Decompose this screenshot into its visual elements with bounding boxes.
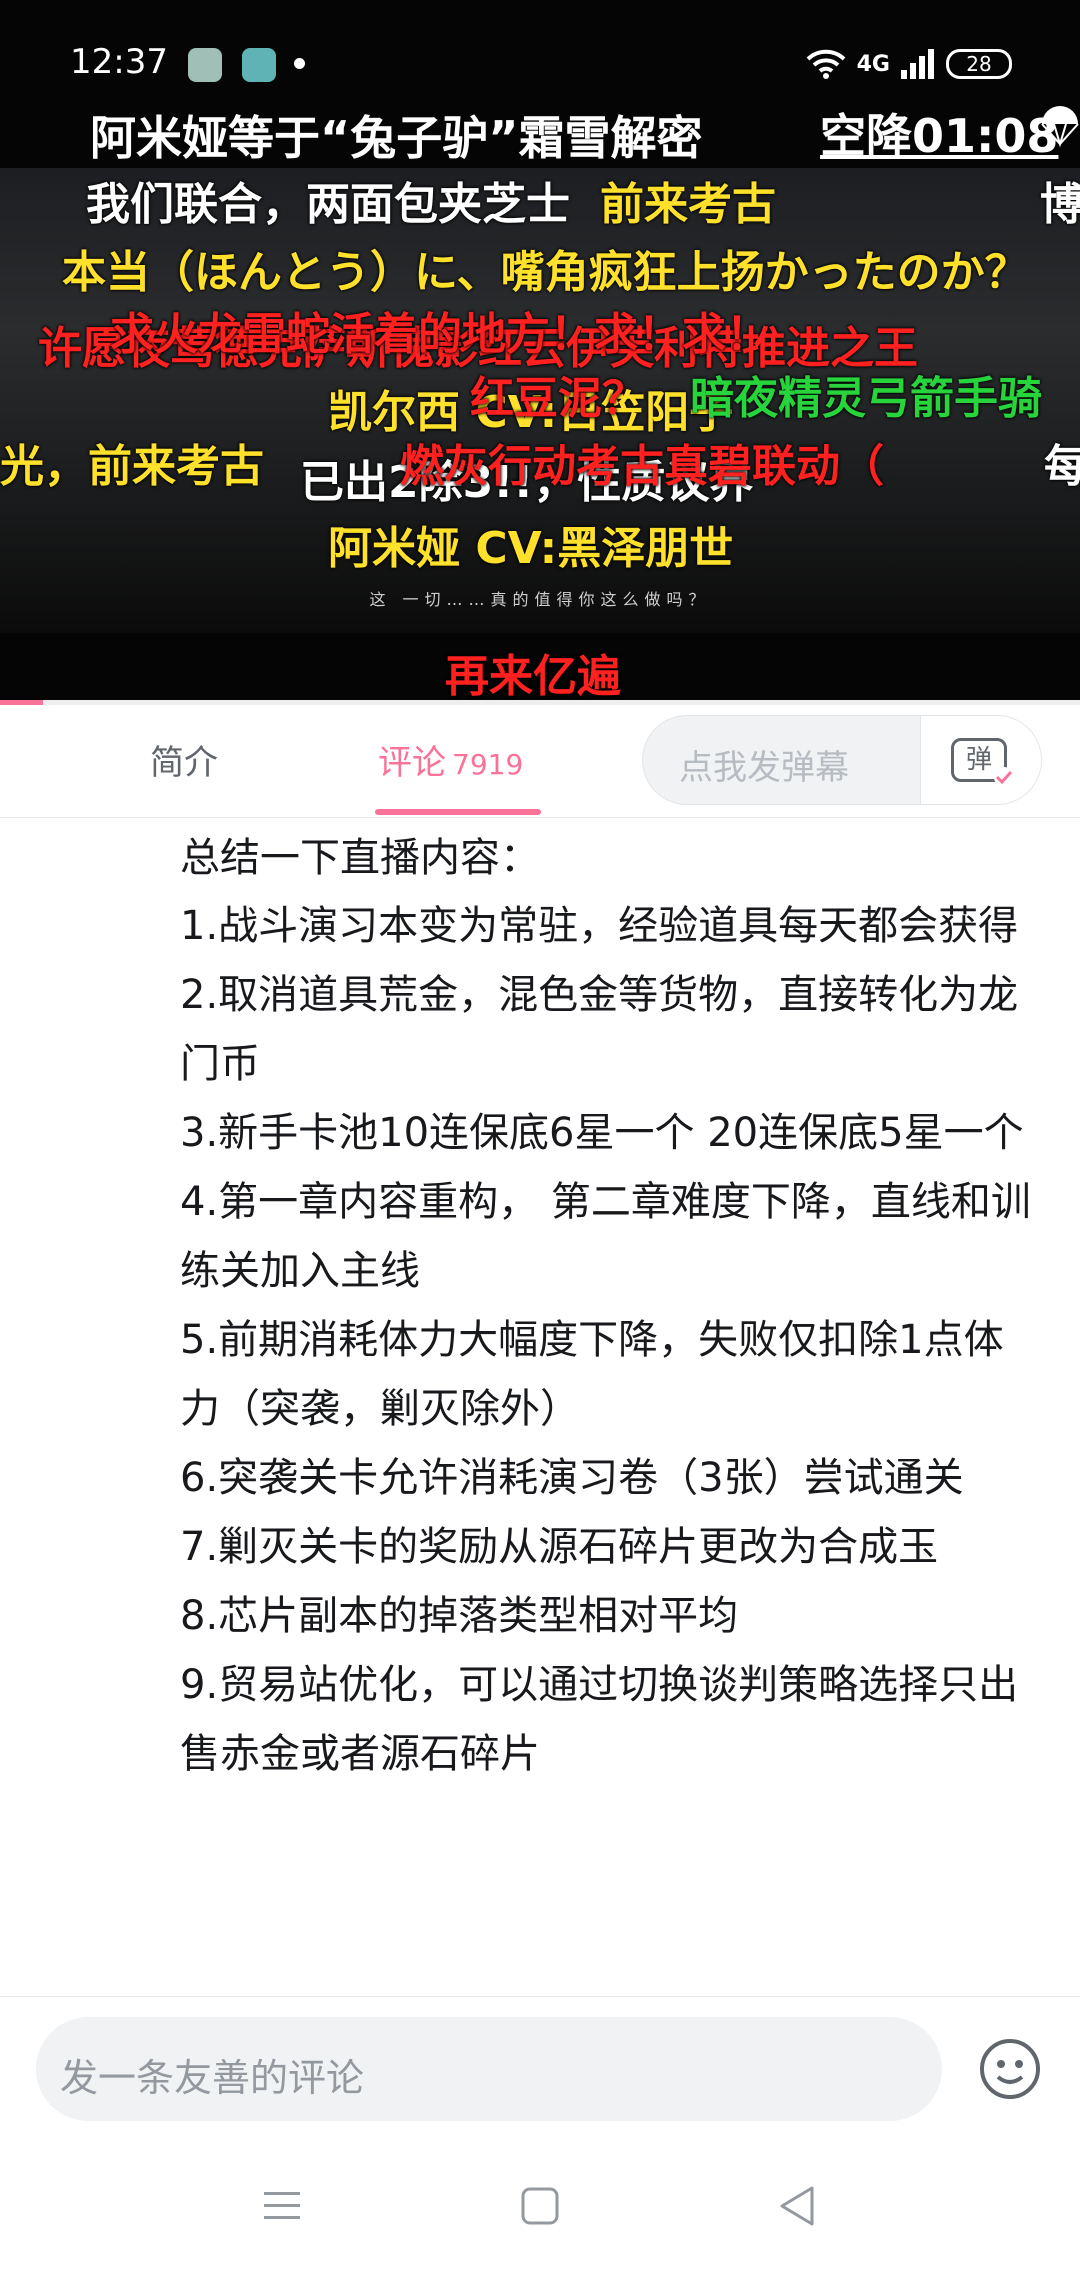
comment-summary-item: 2.取消道具荒金，混色金等货物，直接转化为龙门币: [180, 972, 1019, 1087]
comment-placeholder: 发一条友善的评论: [60, 2056, 365, 2100]
menu-icon[interactable]: [252, 2176, 312, 2236]
back-triangle-icon[interactable]: [768, 2176, 828, 2236]
more-notifications-dot: [294, 58, 305, 69]
comment-summary-item: 5.前期消耗体力大幅度下降，失败仅扣除1点体力（突袭，剿灭除外）: [180, 1317, 1004, 1432]
wifi-icon: [806, 49, 846, 79]
comment-summary-item: 4.第一章内容重构， 第二章难度下降，直线和训练关加入主线: [180, 1179, 1031, 1294]
video-caption: 这 一切……真的值得你这么做吗？: [369, 590, 711, 609]
danmaku-comment: 暗夜精灵弓箭手骑: [690, 373, 1042, 424]
danmaku-input[interactable]: 点我发弹幕 弹: [642, 715, 1042, 805]
network-type-label: 4G: [856, 51, 890, 77]
check-icon: [994, 767, 1014, 787]
comment-summary-title: 总结一下直播内容：: [180, 835, 540, 881]
comments-count: 7919: [452, 748, 524, 781]
airdrop-jump-button[interactable]: 空降01:08: [820, 100, 1058, 166]
danmaku-comment: 本当（ほんとう）に、嘴角疯狂上扬かったのか？: [62, 247, 1029, 298]
danmaku-comment: 红豆泥？: [470, 373, 646, 424]
comment-input[interactable]: 发一条友善的评论: [36, 2017, 942, 2121]
status-indicators: 4G 28: [805, 44, 1012, 84]
danmaku-comment: 博: [1040, 179, 1080, 230]
comment-summary-item: 7.剿灭关卡的奖励从源石碎片更改为合成玉: [180, 1524, 939, 1570]
comment-content: 总结一下直播内容： 1.战斗演习本变为常驻，经验道具每天都会获得 2.取消道具荒…: [180, 820, 1040, 1789]
battery-icon: 28: [946, 49, 1012, 79]
comment-summary-item: 6.突袭关卡允许消耗演习卷（3张）尝试通关: [180, 1455, 964, 1501]
parachute-icon[interactable]: [1040, 104, 1080, 150]
tab-intro[interactable]: 简介: [150, 735, 218, 784]
comment-summary-item: 8.芯片副本的掉落类型相对平均: [180, 1593, 739, 1639]
video-title: 阿米娅等于“兔子驴”霜雪解密: [90, 111, 703, 165]
danmaku-comment: 再来亿遍: [445, 651, 621, 700]
danmaku-comment: 光，前来考古: [0, 441, 264, 492]
comment-composer: 发一条友善的评论: [0, 1996, 1080, 2137]
video-player[interactable]: 12:37 4G 28 阿米娅等于“兔子驴”霜雪解密 空降01:08 我们联合，…: [0, 0, 1080, 700]
active-tab-indicator: [375, 809, 541, 815]
danmaku-comment: 我们联合，两面包夹芝士: [86, 179, 570, 230]
comment-summary-item: 9.贸易站优化，可以通过切换谈判策略选择只出售赤金或者源石碎片: [180, 1662, 1019, 1777]
app-notification-icon: [188, 48, 222, 82]
danmaku-settings-button[interactable]: 弹: [920, 716, 1041, 804]
signal-icon: [901, 49, 934, 79]
status-time: 12:37: [70, 42, 168, 82]
app-notification-icon: [242, 48, 276, 82]
comment-summary-item: 1.战斗演习本变为常驻，经验道具每天都会获得: [180, 903, 1019, 949]
home-square-icon[interactable]: [510, 2176, 570, 2236]
danmaku-placeholder: 点我发弹幕: [679, 748, 849, 788]
danmaku-comment: 每: [1044, 441, 1080, 492]
tab-comments-label: 评论: [378, 743, 446, 783]
emoji-icon[interactable]: [978, 2037, 1042, 2101]
danmaku-comment: 燃灰行动考古真碧联动（: [400, 441, 884, 492]
comment-summary-item: 3.新手卡池10连保底6星一个 20连保底5星一个: [180, 1110, 1024, 1156]
system-navigation-bar: [0, 2136, 1080, 2280]
danmaku-comment: 阿米娅 CV:黑泽朋世: [328, 523, 734, 574]
tab-comments[interactable]: 评论 7919: [378, 735, 523, 784]
danmaku-comment: 前来考古: [600, 179, 776, 230]
danmaku-comment: 求火龙雷蛇活着的地方！求！求！: [110, 309, 770, 360]
